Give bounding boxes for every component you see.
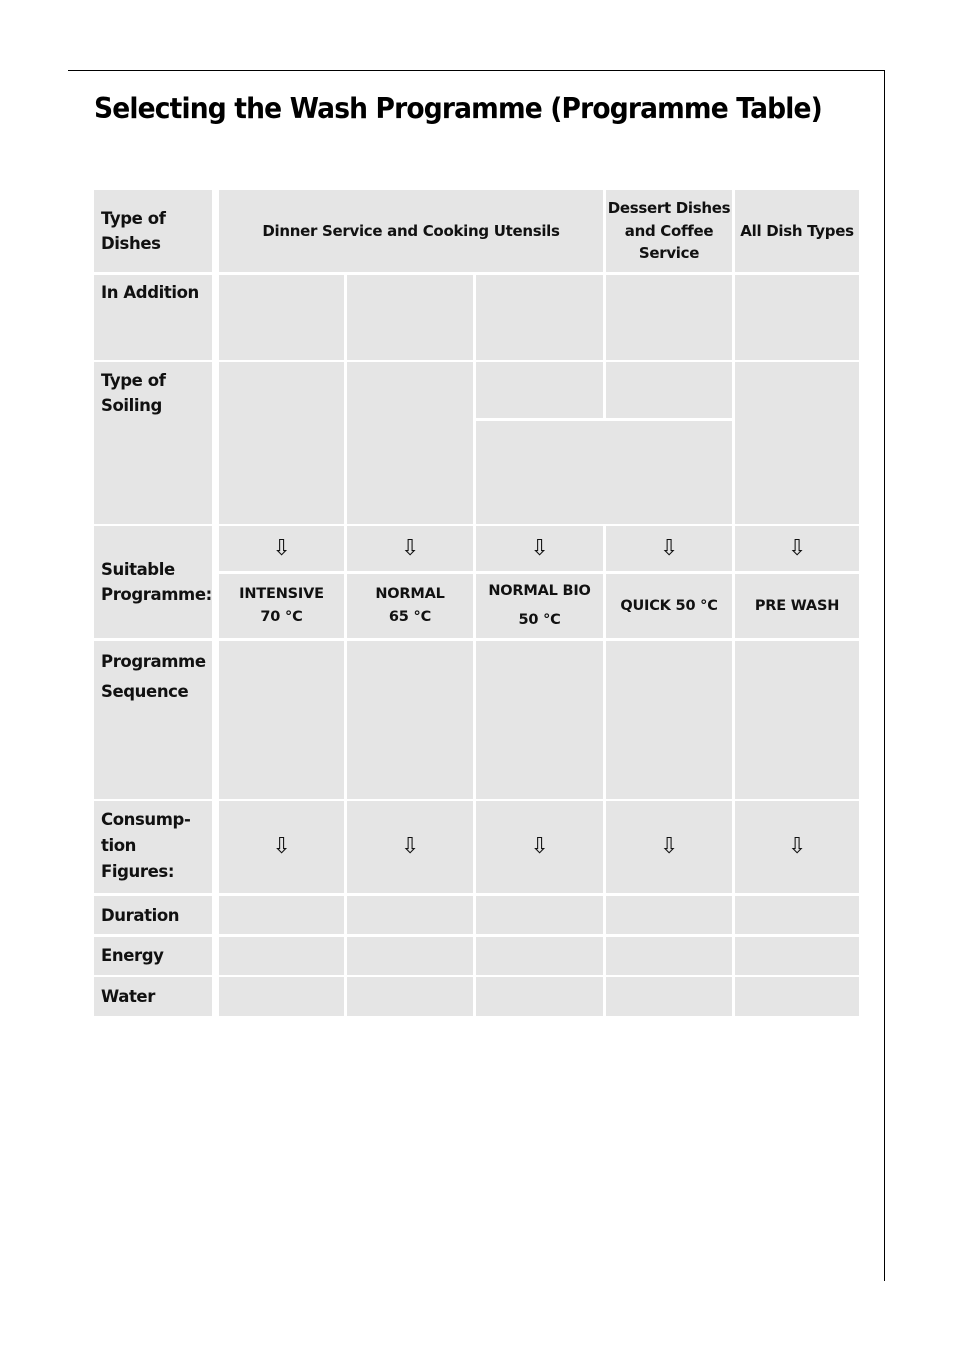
- energy-cell: [219, 937, 344, 975]
- soiling-cell: [347, 362, 473, 524]
- down-arrow-icon: ⇩: [735, 801, 859, 893]
- water-cell: [606, 977, 732, 1016]
- duration-cell: [606, 896, 732, 934]
- row-label-consumption-figures: Consump- tion Figures:: [94, 801, 212, 893]
- duration-cell: [219, 896, 344, 934]
- row-label-programme-sequence: Programme Sequence: [94, 641, 212, 799]
- duration-cell: [476, 896, 603, 934]
- header-dessert-dishes: Dessert Dishes and Coffee Service: [606, 190, 732, 272]
- sequence-cell: [606, 641, 732, 799]
- sequence-cell: [735, 641, 859, 799]
- energy-cell: [735, 937, 859, 975]
- top-rule-line: [68, 70, 885, 71]
- sequence-cell: [347, 641, 473, 799]
- water-cell: [735, 977, 859, 1016]
- down-arrow-icon: ⇩: [735, 526, 859, 571]
- down-arrow-icon: ⇩: [476, 801, 603, 893]
- programme-quick: QUICK 50 °C: [606, 574, 732, 638]
- duration-cell: [735, 896, 859, 934]
- sequence-cell: [219, 641, 344, 799]
- soiling-cell: [476, 362, 603, 418]
- row-label-type-of-soiling: Type of Soiling: [94, 362, 212, 524]
- down-arrow-icon: ⇩: [606, 526, 732, 571]
- down-arrow-icon: ⇩: [606, 801, 732, 893]
- down-arrow-icon: ⇩: [219, 526, 344, 571]
- right-rule-line: [884, 70, 885, 1281]
- energy-cell: [606, 937, 732, 975]
- soiling-cell: [606, 362, 732, 418]
- header-all-dish-types: All Dish Types: [735, 190, 859, 272]
- water-cell: [347, 977, 473, 1016]
- programme-pre-wash: PRE WASH: [735, 574, 859, 638]
- row-label-duration: Duration: [94, 896, 212, 934]
- water-cell: [476, 977, 603, 1016]
- programme-normal-bio: NORMAL BIO 50 °C: [476, 574, 603, 638]
- water-cell: [219, 977, 344, 1016]
- energy-cell: [347, 937, 473, 975]
- down-arrow-icon: ⇩: [476, 526, 603, 571]
- energy-cell: [476, 937, 603, 975]
- duration-cell: [347, 896, 473, 934]
- programme-normal: NORMAL 65 °C: [347, 574, 473, 638]
- soiling-cell: [219, 362, 344, 524]
- row-label-water: Water: [94, 977, 212, 1016]
- programme-intensive: INTENSIVE 70 °C: [219, 574, 344, 638]
- row-label-type-of-dishes: Type of Dishes: [94, 190, 212, 272]
- header-dinner-service: Dinner Service and Cooking Utensils: [219, 190, 603, 272]
- in-addition-cell: [606, 275, 732, 360]
- page-title: Selecting the Wash Programme (Programme …: [94, 92, 823, 125]
- soiling-cell-merged: [476, 421, 732, 524]
- in-addition-cell: [476, 275, 603, 360]
- row-label-energy: Energy: [94, 937, 212, 975]
- row-label-suitable-programme: Suitable Programme:: [94, 526, 212, 638]
- sequence-cell: [476, 641, 603, 799]
- row-label-in-addition: In Addition: [94, 275, 212, 360]
- in-addition-cell: [219, 275, 344, 360]
- down-arrow-icon: ⇩: [347, 801, 473, 893]
- soiling-cell: [735, 362, 859, 524]
- down-arrow-icon: ⇩: [347, 526, 473, 571]
- down-arrow-icon: ⇩: [219, 801, 344, 893]
- in-addition-cell: [347, 275, 473, 360]
- in-addition-cell: [735, 275, 859, 360]
